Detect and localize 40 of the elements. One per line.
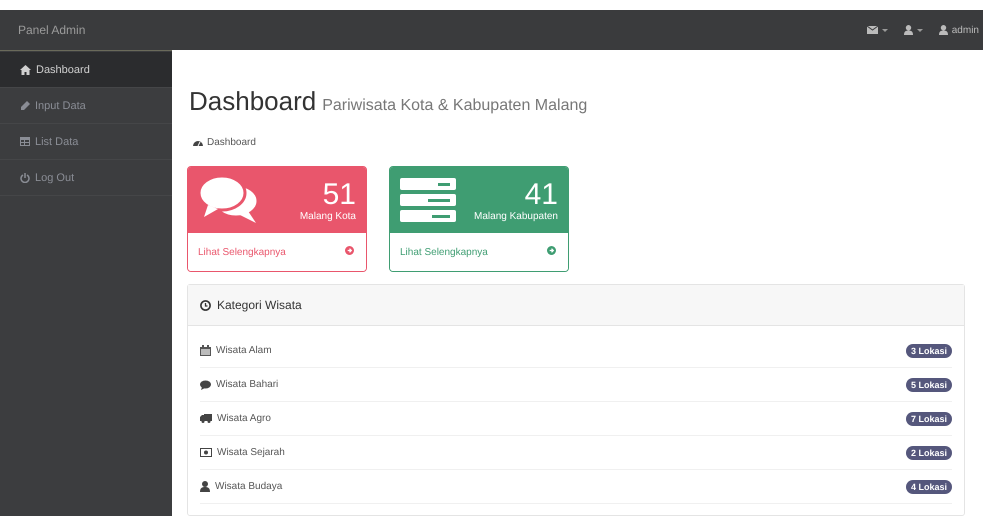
- stat-count: 51: [322, 178, 356, 210]
- clock-icon: [200, 300, 211, 310]
- banknote-icon: [200, 448, 212, 457]
- user-icon: [904, 25, 913, 35]
- stat-label: Malang Kota: [300, 210, 356, 222]
- dashboard-icon: [193, 138, 203, 147]
- category-item[interactable]: Wisata Budaya: [200, 481, 282, 492]
- count-badge: 3 Lokasi: [906, 344, 952, 358]
- user-icon: [938, 25, 948, 35]
- user-icon: [200, 481, 210, 492]
- account-menu[interactable]: admin: [938, 24, 979, 36]
- category-item[interactable]: Wisata Bahari: [200, 379, 278, 390]
- arrow-circle-icon: [345, 246, 354, 255]
- category-item[interactable]: Wisata Sejarah: [200, 447, 285, 458]
- truck-icon: [200, 414, 212, 423]
- category-item[interactable]: Wisata Agro: [200, 413, 271, 424]
- pencil-icon: [20, 100, 30, 110]
- server-stack-icon: [400, 178, 456, 222]
- table-icon: [20, 137, 30, 146]
- stat-label: Malang Kabupaten: [474, 210, 558, 222]
- home-icon: [20, 64, 31, 74]
- user-dropdown[interactable]: [904, 25, 923, 35]
- panel-title: Kategori Wisata: [217, 298, 302, 312]
- sidebar-item[interactable]: Dashboard: [0, 52, 172, 88]
- count-badge: 7 Lokasi: [906, 412, 952, 426]
- envelope-icon: [866, 26, 878, 34]
- count-badge: 2 Lokasi: [906, 446, 952, 460]
- count-badge: 4 Lokasi: [906, 480, 952, 494]
- count-badge: 5 Lokasi: [906, 378, 952, 392]
- category-item[interactable]: Wisata Alam: [200, 345, 272, 356]
- breadcrumb-item[interactable]: Dashboard: [207, 137, 256, 148]
- page-subtitle: Pariwisata Kota & Kabupaten Malang: [322, 97, 588, 115]
- page-title: Dashboard: [189, 86, 316, 117]
- arrow-circle-icon: [547, 246, 556, 255]
- speech-bubble-icon: [200, 380, 211, 390]
- brand-title[interactable]: Panel Admin: [18, 23, 86, 37]
- stat-count: 41: [524, 178, 558, 210]
- messages-dropdown[interactable]: [866, 26, 888, 34]
- calendar-icon: [200, 345, 211, 356]
- power-icon: [20, 172, 30, 182]
